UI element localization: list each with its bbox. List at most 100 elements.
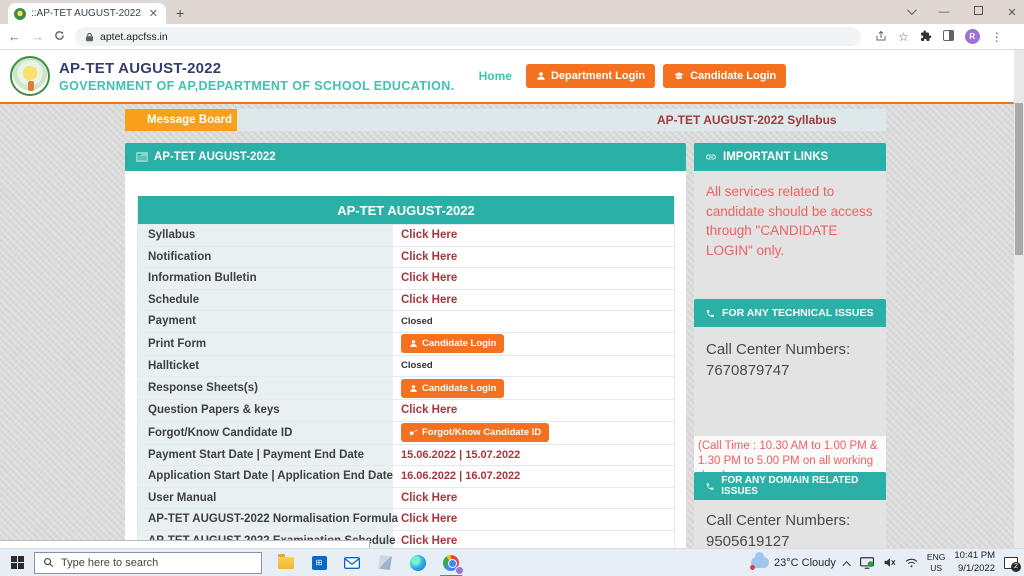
file-explorer-icon[interactable] (276, 553, 296, 573)
tab-close-icon[interactable]: ✕ (147, 7, 160, 20)
list-card-icon (136, 152, 148, 162)
new-tab-button[interactable]: + (176, 5, 184, 21)
home-link[interactable]: Home (479, 69, 512, 83)
row-label: User Manual (138, 488, 393, 509)
extensions-icon[interactable] (920, 30, 932, 44)
notebook-app-icon[interactable] (375, 553, 395, 573)
browser-menu-icon[interactable]: ⋮ (991, 31, 1003, 43)
display-tray-icon[interactable] (860, 557, 874, 569)
graduation-cap-icon (673, 71, 685, 81)
back-icon[interactable]: ← (8, 29, 21, 44)
profile-avatar[interactable]: R (965, 29, 980, 44)
weather-cloud-icon (751, 557, 769, 568)
weather-widget[interactable]: 23°C Cloudy (751, 557, 836, 569)
row-value: Forgot/Know Candidate ID (393, 422, 674, 444)
window-menu-chevron-icon[interactable] (904, 6, 916, 18)
click-here-link[interactable]: Click Here (401, 251, 457, 263)
row-value: Click Here (393, 268, 674, 289)
tray-overflow-chevron-icon[interactable] (845, 554, 851, 572)
phone-icon (705, 308, 716, 319)
row-value: Click Here (393, 488, 674, 509)
candidate-login-button[interactable]: Candidate Login (401, 334, 504, 353)
browser-toolbar: ← → aptet.apcfss.in ☆ R ⋮ (0, 24, 1024, 50)
domain-call-number: 9505619127 (706, 533, 874, 550)
row-value: 16.06.2022 | 16.07.2022 (393, 466, 674, 487)
technical-call-number: 7670879747 (706, 362, 874, 379)
site-title: AP-TET AUGUST-2022 (59, 60, 455, 77)
important-links-header: IMPORTANT LINKS (694, 143, 886, 171)
table-row: Response Sheets(s)Candidate Login (138, 376, 674, 399)
wifi-icon[interactable] (905, 558, 918, 568)
language-indicator[interactable]: ENG US (927, 552, 945, 573)
technical-issues-label: FOR ANY TECHNICAL ISSUES (722, 307, 874, 319)
domain-issues-label: FOR ANY DOMAIN RELATED ISSUES (721, 475, 886, 497)
row-value: Closed (393, 311, 674, 332)
table-row: Information Bulletin Click Here (138, 267, 674, 289)
row-button-label: Forgot/Know Candidate ID (422, 427, 541, 438)
notification-badge: 2 (1011, 562, 1021, 572)
bookmark-star-icon[interactable]: ☆ (898, 31, 909, 43)
click-here-link[interactable]: Click Here (401, 513, 457, 525)
row-value: Click Here (393, 225, 674, 246)
clock-time: 10:41 PM (954, 550, 995, 563)
important-links-panel: All services related to candidate should… (694, 171, 886, 299)
department-login-button[interactable]: Department Login (526, 64, 655, 88)
row-label: Payment (138, 311, 393, 332)
browser-window: ::AP-TET AUGUST-2022:: ✕ + — ✕ ← → aptet… (0, 0, 1024, 576)
mail-icon[interactable] (342, 553, 362, 573)
click-here-link[interactable]: Click Here (401, 492, 457, 504)
candidate-login-notice: All services related to candidate should… (706, 182, 874, 260)
scrollbar-thumb[interactable] (1015, 103, 1023, 255)
row-value: 15.06.2022 | 15.07.2022 (393, 445, 674, 466)
click-here-link[interactable]: Click Here (401, 294, 457, 306)
taskbar-clock[interactable]: 10:41 PM 9/1/2022 (954, 550, 995, 576)
forgot-candidate-id-button[interactable]: Forgot/Know Candidate ID (401, 423, 549, 442)
start-button[interactable] (0, 556, 34, 569)
windows-logo-icon (11, 556, 24, 569)
taskbar-search[interactable]: Type here to search (34, 552, 262, 574)
search-icon (43, 557, 54, 568)
row-label: Hallticket (138, 356, 393, 377)
chrome-icon[interactable] (441, 553, 461, 573)
ap-government-emblem (10, 56, 50, 96)
close-button[interactable]: ✕ (1006, 6, 1018, 19)
table-row: User Manual Click Here (138, 487, 674, 509)
user-icon (409, 384, 418, 393)
row-label: Information Bulletin (138, 268, 393, 289)
candidate-login-button[interactable]: Candidate Login (401, 379, 504, 398)
forward-icon[interactable]: → (31, 29, 44, 44)
row-value: Candidate Login (393, 333, 674, 355)
user-icon (536, 71, 546, 81)
address-bar[interactable]: aptet.apcfss.in (75, 27, 861, 46)
lock-icon[interactable] (85, 32, 94, 42)
share-icon[interactable] (875, 30, 887, 44)
main-panel-header: AP-TET AUGUST-2022 (125, 143, 686, 171)
side-panel-icon[interactable] (943, 28, 954, 46)
table-row: HallticketClosed (138, 355, 674, 377)
volume-muted-icon[interactable] (883, 557, 896, 568)
edge-icon[interactable] (408, 553, 428, 573)
candidate-login-button[interactable]: Candidate Login (663, 64, 786, 88)
minimize-button[interactable]: — (938, 6, 950, 18)
page-viewport: AP-TET AUGUST-2022 GOVERNMENT OF AP,DEPA… (0, 50, 1024, 548)
technical-issues-panel: Call Center Numbers: 7670879747 (694, 327, 886, 436)
info-table: AP-TET AUGUST-2022 SyllabusClick HereNot… (137, 196, 675, 552)
row-label: Schedule (138, 290, 393, 311)
click-here-link[interactable]: Click Here (401, 272, 457, 284)
table-row: Forgot/Know Candidate IDForgot/Know Cand… (138, 421, 674, 444)
reload-icon[interactable] (54, 29, 65, 44)
click-here-link[interactable]: Click Here (401, 229, 457, 241)
marquee-text[interactable]: AP-TET AUGUST-2022 Syllabus (657, 113, 837, 127)
click-here-link[interactable]: Click Here (401, 404, 457, 416)
browser-tab[interactable]: ::AP-TET AUGUST-2022:: ✕ (8, 3, 166, 24)
microsoft-store-icon[interactable] (309, 553, 329, 573)
user-icon (409, 339, 418, 348)
row-value: Click Here (393, 290, 674, 311)
page-scrollbar[interactable] (1014, 50, 1024, 548)
maximize-button[interactable] (972, 6, 984, 18)
row-value: Click Here (393, 400, 674, 421)
language-line1: ENG (927, 552, 945, 563)
action-center-icon[interactable]: 2 (1004, 557, 1018, 569)
click-here-link[interactable]: Click Here (401, 535, 457, 547)
table-row: AP-TET AUGUST-2022 Normalisation Formula… (138, 508, 674, 530)
